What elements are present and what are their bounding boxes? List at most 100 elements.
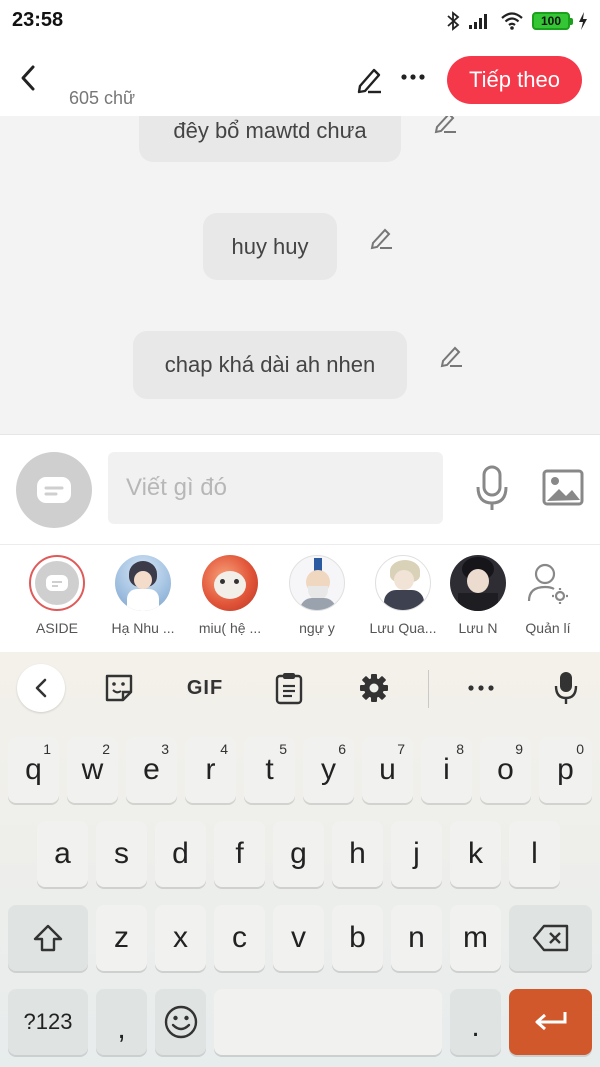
smiley-icon: [164, 1005, 197, 1039]
key-o[interactable]: o9: [480, 737, 531, 803]
key-k[interactable]: k: [450, 821, 501, 887]
space-key[interactable]: [214, 989, 442, 1055]
back-button[interactable]: [10, 60, 46, 96]
key-q[interactable]: q1: [8, 737, 59, 803]
key-j[interactable]: j: [391, 821, 442, 887]
key-char: l: [531, 837, 538, 870]
top-bar: 605 chữ Tiếp theo: [0, 44, 600, 116]
key-char: k: [468, 837, 483, 870]
manage-characters[interactable]: Quản lí: [506, 555, 590, 636]
message-icon: [46, 575, 68, 591]
more-dots-icon: [401, 74, 425, 80]
voice-input-button[interactable]: [474, 465, 510, 513]
key-char: w: [81, 753, 104, 786]
key-g[interactable]: g: [273, 821, 324, 887]
shift-key[interactable]: [8, 905, 88, 971]
key-b[interactable]: b: [332, 905, 383, 971]
sticker-button[interactable]: [102, 670, 136, 706]
microphone-icon: [476, 465, 508, 510]
charging-icon: [579, 12, 587, 30]
key-u[interactable]: u7: [362, 737, 413, 803]
wifi-icon: [501, 12, 523, 30]
message-icon: [37, 477, 71, 503]
key-char: n: [408, 921, 425, 954]
key-r[interactable]: r4: [185, 737, 236, 803]
key-char: .: [471, 1010, 480, 1043]
edit-message-icon[interactable]: [438, 342, 466, 370]
keyboard-collapse-button[interactable]: [17, 664, 65, 712]
signal-icon: [469, 14, 487, 29]
message-text: chap khá dài ah nhen: [164, 352, 376, 377]
chat-area[interactable]: đêy bổ mawtd chưa huy huy chap khá dài a…: [0, 116, 600, 434]
enter-key[interactable]: [509, 989, 592, 1055]
message-composer: [0, 434, 600, 544]
keyboard-toolbar: GIF: [0, 652, 600, 724]
key-d[interactable]: d: [155, 821, 206, 887]
message-text: đêy bổ mawtd chưa: [173, 118, 367, 143]
key-s[interactable]: s: [96, 821, 147, 887]
character-ngu-y[interactable]: ngự y: [274, 555, 360, 636]
key-f[interactable]: f: [214, 821, 265, 887]
symbols-key[interactable]: ?123: [8, 989, 88, 1055]
message-input[interactable]: [108, 452, 443, 524]
key-hint: 7: [397, 741, 405, 757]
gif-button[interactable]: GIF: [184, 670, 226, 706]
message-bubble[interactable]: đêy bổ mawtd chưa: [139, 116, 401, 162]
more-options-button[interactable]: [398, 62, 428, 92]
more-tools-button[interactable]: [466, 670, 496, 706]
message-bubble[interactable]: chap khá dài ah nhen: [133, 331, 407, 399]
character-ha-nhu[interactable]: Hạ Nhu ...: [100, 555, 186, 636]
key-m[interactable]: m: [450, 905, 501, 971]
key-e[interactable]: e3: [126, 737, 177, 803]
key-l[interactable]: l: [509, 821, 560, 887]
edit-message-icon[interactable]: [368, 224, 396, 252]
key-n[interactable]: n: [391, 905, 442, 971]
edit-message-icon[interactable]: [432, 116, 460, 136]
key-hint: 8: [456, 741, 464, 757]
character-luu-quan[interactable]: Lưu Qua...: [360, 555, 446, 636]
key-hint: 9: [515, 741, 523, 757]
key-hint: 3: [161, 741, 169, 757]
message-bubble[interactable]: huy huy: [203, 213, 337, 280]
image-icon: [542, 469, 584, 506]
backspace-key[interactable]: [509, 905, 592, 971]
edit-title-button[interactable]: [354, 64, 384, 94]
key-a[interactable]: a: [37, 821, 88, 887]
microphone-icon: [554, 672, 578, 704]
keyboard-voice-button[interactable]: [552, 670, 580, 706]
character-aside[interactable]: ASIDE: [14, 555, 100, 636]
key-h[interactable]: h: [332, 821, 383, 887]
keyboard-settings-button[interactable]: [358, 670, 390, 706]
key-p[interactable]: p0: [539, 737, 592, 803]
key-hint: 2: [102, 741, 110, 757]
pencil-icon: [357, 68, 381, 94]
period-key[interactable]: .: [450, 989, 501, 1055]
key-t[interactable]: t5: [244, 737, 295, 803]
character-miu[interactable]: miu( hệ ...: [187, 555, 273, 636]
sticker-icon: [105, 674, 133, 702]
key-char: ,: [117, 1012, 126, 1045]
add-image-button[interactable]: [542, 468, 584, 508]
key-i[interactable]: i8: [421, 737, 472, 803]
key-y[interactable]: y6: [303, 737, 354, 803]
clipboard-button[interactable]: [273, 670, 305, 706]
key-char: f: [235, 837, 244, 870]
clipboard-icon: [275, 673, 303, 705]
next-button[interactable]: Tiếp theo: [447, 56, 582, 104]
key-char: j: [413, 837, 420, 870]
key-v[interactable]: v: [273, 905, 324, 971]
key-char: r: [205, 753, 216, 786]
status-bar: 23:58 100: [0, 0, 600, 44]
key-w[interactable]: w2: [67, 737, 118, 803]
key-char: m: [463, 921, 488, 954]
key-char: i: [443, 753, 450, 786]
emoji-key[interactable]: [155, 989, 206, 1055]
key-z[interactable]: z: [96, 905, 147, 971]
key-x[interactable]: x: [155, 905, 206, 971]
comma-key[interactable]: ,: [96, 989, 147, 1055]
key-char: c: [232, 921, 247, 954]
user-settings-icon: [527, 563, 568, 604]
key-char: z: [114, 921, 129, 954]
key-c[interactable]: c: [214, 905, 265, 971]
aside-toggle-button[interactable]: [16, 452, 92, 528]
